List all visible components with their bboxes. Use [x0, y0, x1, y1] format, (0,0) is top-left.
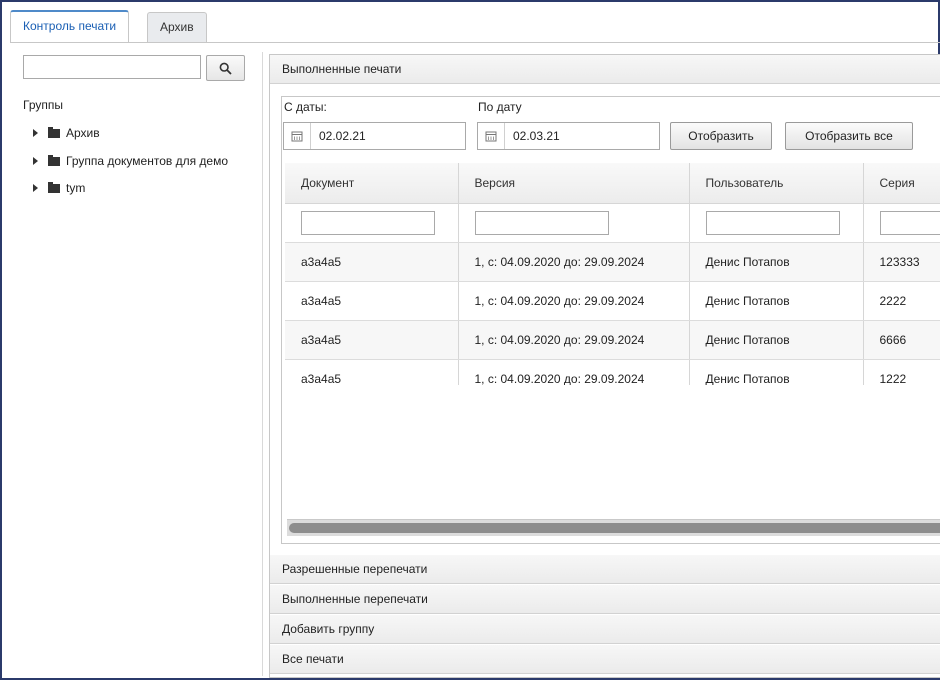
panel-splitter[interactable] [262, 52, 263, 676]
cell-user: Денис Потапов [689, 320, 864, 360]
cell-user: Денис Потапов [689, 359, 864, 385]
cell-series: 123333 [863, 242, 940, 282]
column-header-version[interactable]: Версия [458, 163, 690, 204]
filter-version-input[interactable] [474, 211, 609, 235]
table-row[interactable]: а3а4а5 1, с: 04.09.2020 до: 29.09.2024 Д… [285, 359, 940, 385]
cell-version: 1, с: 04.09.2020 до: 29.09.2024 [458, 320, 690, 360]
chevron-right-icon[interactable] [33, 157, 38, 165]
accordion-header-add-group[interactable]: Добавить группу [270, 615, 940, 644]
from-date-field[interactable]: 02.02.21 [283, 122, 466, 150]
to-date-value[interactable]: 02.03.21 [505, 129, 560, 143]
folder-icon [48, 126, 60, 138]
show-all-button[interactable]: Отобразить все [785, 122, 913, 150]
calendar-icon[interactable] [284, 123, 311, 149]
accordion-header-completed-reprints[interactable]: Выполненные перепечати [270, 585, 940, 614]
cell-document: а3а4а5 [285, 359, 459, 385]
search-input[interactable] [23, 55, 201, 79]
tree-item-label: tym [66, 181, 86, 195]
cell-version: 1, с: 04.09.2020 до: 29.09.2024 [458, 359, 690, 385]
scrollbar-thumb[interactable] [289, 523, 940, 533]
filter-document-input[interactable] [301, 211, 435, 235]
tree-item-label: Архив [66, 126, 100, 140]
cell-series: 2222 [863, 281, 940, 321]
filter-cell [458, 203, 690, 243]
tab-bar: Контроль печати Архив [10, 10, 940, 43]
search-icon [219, 62, 232, 75]
chevron-right-icon[interactable] [33, 129, 38, 137]
cell-version: 1, с: 04.09.2020 до: 29.09.2024 [458, 281, 690, 321]
show-button[interactable]: Отобразить [670, 122, 772, 150]
cell-user: Денис Потапов [689, 242, 864, 282]
accordion-header-completed-prints[interactable]: Выполненные печати [270, 55, 940, 84]
groups-title: Группы [23, 98, 63, 112]
search-button[interactable] [206, 55, 245, 81]
tree-item-label: Группа документов для демо [66, 154, 229, 168]
filter-row [285, 203, 940, 243]
table-row[interactable]: а3а4а5 1, с: 04.09.2020 до: 29.09.2024 Д… [285, 281, 940, 321]
cell-series: 1222 [863, 359, 940, 385]
tree-item-archive[interactable]: Архив [33, 124, 100, 142]
tree-item-demo-group[interactable]: Группа документов для демо [33, 152, 228, 170]
column-header-series[interactable]: Серия [863, 163, 940, 204]
folder-icon [48, 154, 60, 166]
cell-user: Денис Потапов [689, 281, 864, 321]
tree-item-tym[interactable]: tym [33, 179, 85, 197]
filter-cell [863, 203, 940, 243]
table-row[interactable]: а3а4а5 1, с: 04.09.2020 до: 29.09.2024 Д… [285, 242, 940, 282]
to-date-label: По дату [478, 100, 522, 114]
from-date-label: С даты: [284, 100, 327, 114]
chevron-right-icon[interactable] [33, 184, 38, 192]
table-row[interactable]: а3а4а5 1, с: 04.09.2020 до: 29.09.2024 Д… [285, 320, 940, 360]
prints-grid: Документ Версия Пользователь Серия а3а4а… [285, 163, 940, 385]
accordion-header-all-prints[interactable]: Все печати [270, 645, 940, 674]
tab-archive[interactable]: Архив [147, 12, 207, 42]
filter-user-input[interactable] [705, 211, 840, 235]
filter-cell [285, 203, 459, 243]
to-date-field[interactable]: 02.03.21 [477, 122, 660, 150]
cell-document: а3а4а5 [285, 242, 459, 282]
folder-icon [48, 181, 60, 193]
column-header-user[interactable]: Пользователь [689, 163, 864, 204]
horizontal-scrollbar[interactable] [287, 519, 940, 536]
cell-document: а3а4а5 [285, 281, 459, 321]
calendar-icon[interactable] [478, 123, 505, 149]
filter-cell [689, 203, 864, 243]
from-date-value[interactable]: 02.02.21 [311, 129, 366, 143]
cell-document: а3а4а5 [285, 320, 459, 360]
accordion-header-allowed-reprints[interactable]: Разрешенные перепечати [270, 555, 940, 584]
column-header-document[interactable]: Документ [285, 163, 459, 204]
tab-print-control[interactable]: Контроль печати [10, 10, 130, 42]
cell-series: 6666 [863, 320, 940, 360]
filter-series-input[interactable] [879, 211, 940, 235]
cell-version: 1, с: 04.09.2020 до: 29.09.2024 [458, 242, 690, 282]
